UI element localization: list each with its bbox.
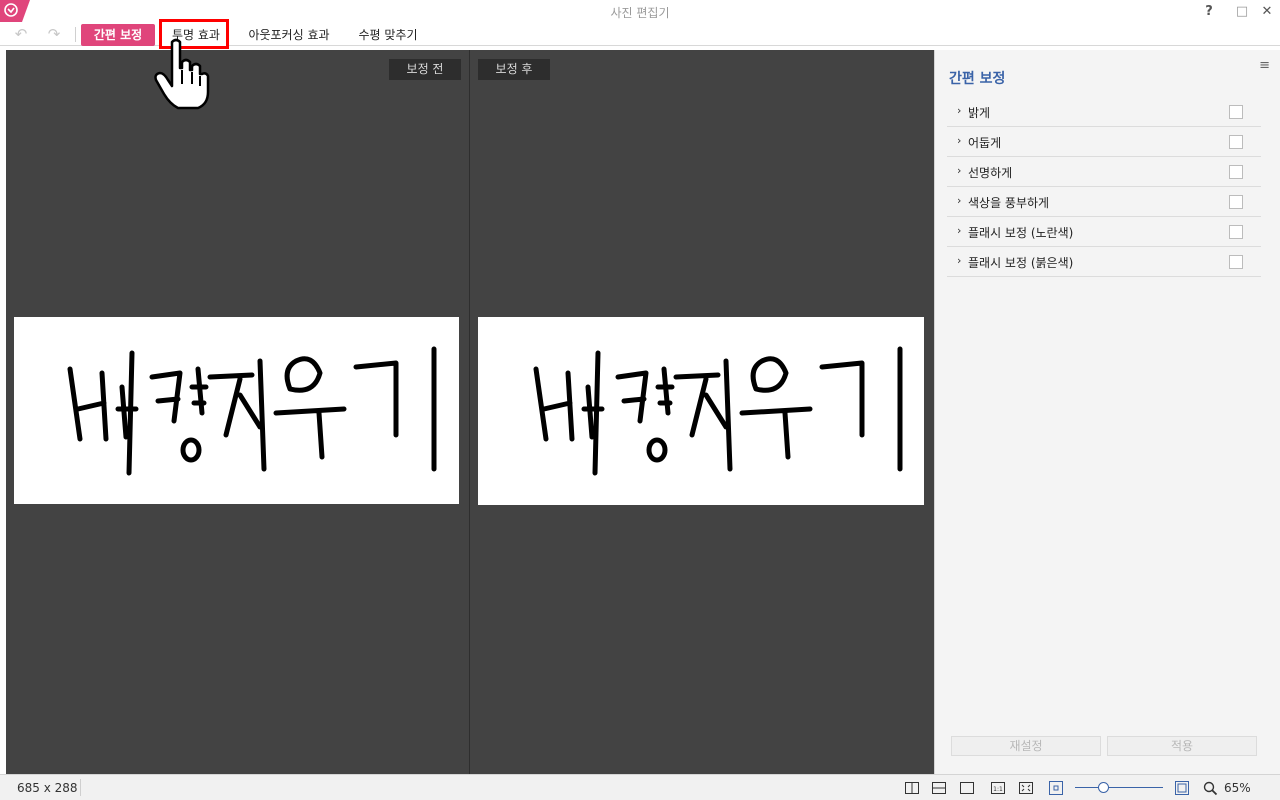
list-item-label: 밝게 — [968, 106, 991, 120]
single-view-icon[interactable] — [959, 780, 975, 796]
status-bar: 685 x 288 1:1 65% — [0, 774, 1280, 800]
panel-title: 간편 보정 — [949, 71, 1006, 87]
list-item-darken[interactable]: › 어둡게 — [947, 127, 1261, 157]
chevron-right-icon: › — [957, 164, 962, 177]
zoom-slider-track[interactable] — [1075, 787, 1163, 788]
before-label: 보정 전 — [389, 59, 461, 80]
hand-pointer-cursor — [154, 38, 210, 110]
checkbox[interactable] — [1229, 195, 1243, 209]
list-item-enrich-color[interactable]: › 색상을 풍부하게 — [947, 187, 1261, 217]
list-item-label: 플래시 보정 (붉은색) — [968, 256, 1074, 270]
actual-size-icon[interactable]: 1:1 — [990, 780, 1006, 796]
chevron-right-icon: › — [957, 194, 962, 207]
after-image-drawing — [533, 346, 903, 476]
tab-level-horizon[interactable]: 수평 맞추기 — [350, 24, 426, 46]
close-button[interactable]: ✕ — [1256, 2, 1278, 22]
chevron-right-icon: › — [957, 104, 962, 117]
before-image-drawing — [67, 346, 437, 476]
checkbox[interactable] — [1229, 105, 1243, 119]
fit-screen-icon[interactable] — [1018, 780, 1034, 796]
svg-text:1:1: 1:1 — [993, 786, 1003, 793]
split-vertical-icon[interactable] — [904, 780, 920, 796]
tab-quick-correction[interactable]: 간편 보정 — [81, 24, 155, 46]
before-image — [14, 317, 459, 504]
zoom-in-icon[interactable] — [1174, 780, 1190, 796]
correction-list: › 밝게 › 어둡게 › 선명하게 › 색상을 풍부하게 › 플래시 보정 (노… — [947, 97, 1261, 277]
reset-button[interactable]: 재설정 — [951, 736, 1101, 756]
apply-button[interactable]: 적용 — [1107, 736, 1257, 756]
split-horizontal-icon[interactable] — [931, 780, 947, 796]
list-item-label: 어둡게 — [968, 136, 1002, 150]
after-label: 보정 후 — [478, 59, 550, 80]
list-item-label: 플래시 보정 (노란색) — [968, 226, 1074, 240]
checkbox[interactable] — [1229, 255, 1243, 269]
menu-icon[interactable]: ≡ — [1259, 58, 1270, 73]
list-item-brighten[interactable]: › 밝게 — [947, 97, 1261, 127]
chevron-right-icon: › — [957, 224, 962, 237]
tab-outfocusing-effect[interactable]: 아웃포커싱 효과 — [239, 24, 339, 46]
redo-icon[interactable]: ↷ — [44, 25, 64, 43]
maximize-button[interactable]: □ — [1231, 2, 1253, 22]
list-item-label: 선명하게 — [968, 166, 1013, 180]
list-item-sharpen[interactable]: › 선명하게 — [947, 157, 1261, 187]
chevron-right-icon: › — [957, 134, 962, 147]
undo-icon[interactable]: ↶ — [11, 25, 31, 43]
magnifier-icon[interactable] — [1202, 780, 1218, 796]
zoom-slider-thumb[interactable] — [1098, 782, 1109, 793]
after-image — [478, 317, 924, 505]
canvas-divider — [469, 50, 470, 774]
image-dimensions: 685 x 288 — [17, 781, 78, 795]
checkbox[interactable] — [1229, 165, 1243, 179]
correction-panel: ≡ 간편 보정 › 밝게 › 어둡게 › 선명하게 › 색상을 풍부하게 › 플… — [934, 50, 1280, 774]
toolbar-divider — [75, 27, 76, 42]
zoom-out-icon[interactable] — [1048, 780, 1064, 796]
checkbox[interactable] — [1229, 135, 1243, 149]
help-button[interactable]: ? — [1198, 2, 1220, 22]
image-canvas[interactable]: 보정 전 보정 후 — [6, 50, 934, 774]
status-divider — [80, 779, 81, 796]
chevron-right-icon: › — [957, 254, 962, 267]
list-item-flash-red[interactable]: › 플래시 보정 (붉은색) — [947, 247, 1261, 277]
list-item-label: 색상을 풍부하게 — [968, 196, 1050, 210]
list-item-flash-yellow[interactable]: › 플래시 보정 (노란색) — [947, 217, 1261, 247]
zoom-level: 65% — [1224, 781, 1251, 795]
checkbox[interactable] — [1229, 225, 1243, 239]
